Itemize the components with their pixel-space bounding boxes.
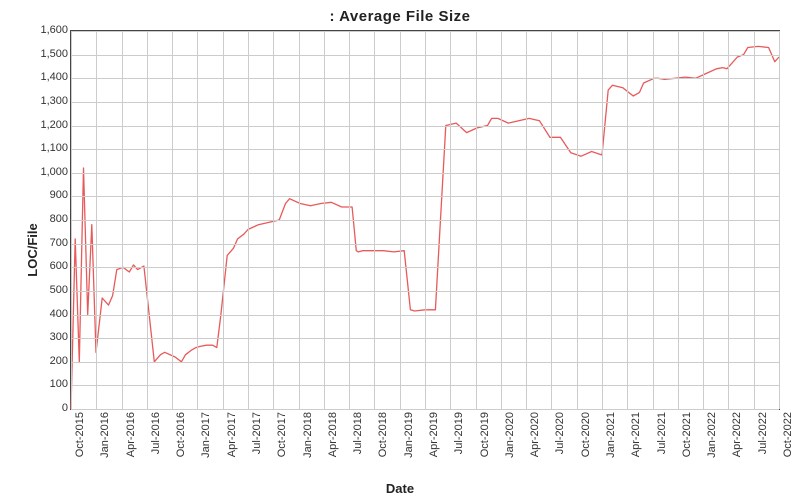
gridline-v bbox=[122, 31, 123, 409]
y-tick-label: 1,300 bbox=[8, 95, 68, 107]
gridline-v bbox=[400, 31, 401, 409]
gridline-v bbox=[71, 31, 72, 409]
gridline-v bbox=[526, 31, 527, 409]
gridline-v bbox=[299, 31, 300, 409]
x-tick-label: Jan-2020 bbox=[504, 412, 516, 458]
gridline-v bbox=[425, 31, 426, 409]
chart-title: : Average File Size bbox=[0, 8, 800, 25]
gridline-v bbox=[197, 31, 198, 409]
chart-container: : Average File Size LOC/File Date 010020… bbox=[0, 0, 800, 500]
x-tick-label: Oct-2020 bbox=[580, 412, 592, 457]
gridline-v bbox=[678, 31, 679, 409]
y-tick-label: 900 bbox=[8, 189, 68, 201]
x-tick-label: Jul-2018 bbox=[352, 412, 364, 454]
avg-file-size-line-2 bbox=[654, 46, 779, 79]
x-tick-label: Jul-2022 bbox=[757, 412, 769, 454]
x-tick-label: Apr-2022 bbox=[731, 412, 743, 457]
y-tick-label: 1,500 bbox=[8, 48, 68, 60]
gridline-v bbox=[172, 31, 173, 409]
gridline-v bbox=[653, 31, 654, 409]
x-tick-label: Apr-2020 bbox=[529, 412, 541, 457]
y-tick-label: 1,200 bbox=[8, 119, 68, 131]
x-tick-label: Jul-2021 bbox=[656, 412, 668, 454]
gridline-v bbox=[703, 31, 704, 409]
x-tick-label: Jan-2018 bbox=[302, 412, 314, 458]
x-tick-label: Apr-2017 bbox=[226, 412, 238, 457]
x-tick-label: Jan-2016 bbox=[99, 412, 111, 458]
gridline-v bbox=[349, 31, 350, 409]
gridline-v bbox=[577, 31, 578, 409]
y-tick-label: 0 bbox=[8, 402, 68, 414]
gridline-v bbox=[273, 31, 274, 409]
x-axis-label: Date bbox=[0, 481, 800, 496]
gridline-v bbox=[728, 31, 729, 409]
y-tick-label: 1,100 bbox=[8, 142, 68, 154]
x-tick-label: Apr-2018 bbox=[327, 412, 339, 457]
y-tick-label: 1,600 bbox=[8, 24, 68, 36]
gridline-v bbox=[147, 31, 148, 409]
gridline-v bbox=[476, 31, 477, 409]
gridline-v bbox=[248, 31, 249, 409]
y-tick-label: 600 bbox=[8, 260, 68, 272]
x-tick-label: Jul-2016 bbox=[150, 412, 162, 454]
x-tick-label: Jan-2021 bbox=[605, 412, 617, 458]
gridline-v bbox=[627, 31, 628, 409]
y-tick-label: 1,000 bbox=[8, 166, 68, 178]
x-tick-label: Jul-2020 bbox=[554, 412, 566, 454]
y-tick-label: 100 bbox=[8, 378, 68, 390]
x-tick-label: Jan-2022 bbox=[706, 412, 718, 458]
y-tick-label: 200 bbox=[8, 355, 68, 367]
x-tick-label: Jan-2019 bbox=[403, 412, 415, 458]
gridline-v bbox=[551, 31, 552, 409]
x-tick-label: Apr-2021 bbox=[630, 412, 642, 457]
y-tick-label: 400 bbox=[8, 308, 68, 320]
x-tick-label: Oct-2018 bbox=[377, 412, 389, 457]
y-tick-label: 500 bbox=[8, 284, 68, 296]
gridline-v bbox=[602, 31, 603, 409]
y-tick-label: 800 bbox=[8, 213, 68, 225]
y-tick-label: 300 bbox=[8, 331, 68, 343]
x-tick-label: Oct-2022 bbox=[782, 412, 794, 457]
gridline-v bbox=[374, 31, 375, 409]
x-tick-label: Jan-2017 bbox=[200, 412, 212, 458]
x-tick-label: Oct-2017 bbox=[276, 412, 288, 457]
x-tick-label: Oct-2015 bbox=[74, 412, 86, 457]
plot-area bbox=[70, 30, 780, 410]
y-tick-label: 1,400 bbox=[8, 71, 68, 83]
gridline-v bbox=[324, 31, 325, 409]
gridline-v bbox=[779, 31, 780, 409]
x-tick-label: Jul-2019 bbox=[453, 412, 465, 454]
gridline-v bbox=[754, 31, 755, 409]
x-tick-label: Oct-2019 bbox=[479, 412, 491, 457]
gridline-v bbox=[501, 31, 502, 409]
gridline-h bbox=[71, 409, 779, 410]
gridline-v bbox=[223, 31, 224, 409]
x-tick-label: Apr-2019 bbox=[428, 412, 440, 457]
x-tick-label: Oct-2016 bbox=[175, 412, 187, 457]
x-tick-label: Oct-2021 bbox=[681, 412, 693, 457]
x-tick-label: Jul-2017 bbox=[251, 412, 263, 454]
gridline-v bbox=[450, 31, 451, 409]
gridline-v bbox=[96, 31, 97, 409]
x-tick-label: Apr-2016 bbox=[125, 412, 137, 457]
y-tick-label: 700 bbox=[8, 237, 68, 249]
